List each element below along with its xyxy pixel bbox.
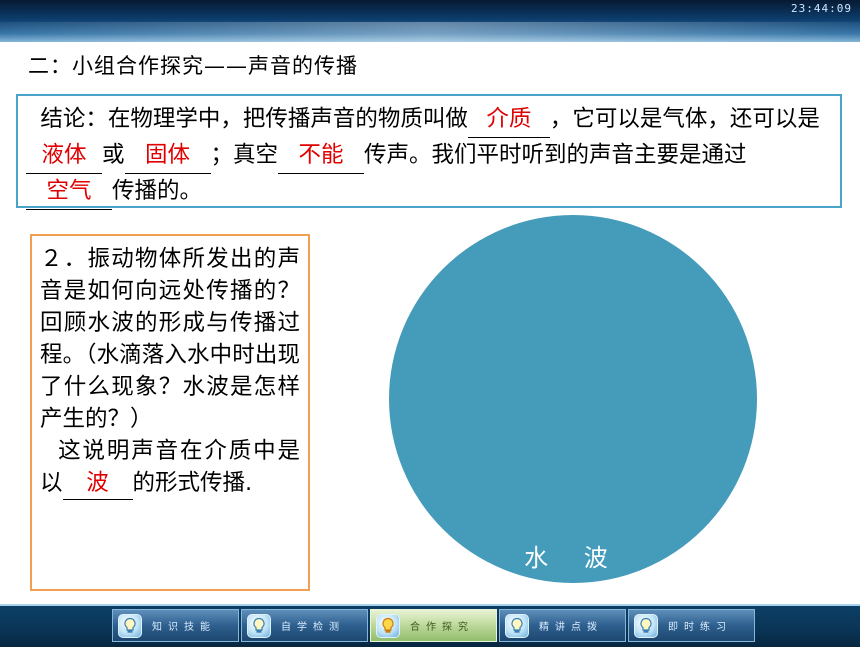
lightbulb-icon	[118, 613, 142, 638]
lightbulb-icon	[376, 613, 400, 638]
lightbulb-icon	[505, 613, 529, 638]
answer-suffix: 的形式传播.	[132, 470, 253, 496]
blank-cannot: 不能	[278, 138, 365, 174]
blank-solid: 固体	[124, 138, 211, 174]
question-box: ２．振动物体所发出的声音是如何向远处传播的？回顾水波的形成与传播过程。（水滴落入…	[30, 234, 310, 591]
water-wave-label: 水 波	[524, 544, 622, 572]
nav-label: 自学检测	[281, 622, 345, 633]
blank-liquid: 液体	[26, 138, 102, 174]
nav-label: 知识技能	[152, 622, 216, 633]
conclusion-text-1: 结论：在物理学中，把传播声音的物质叫做	[40, 106, 468, 132]
nav-label: 合作探究	[410, 622, 474, 633]
nav-instant-practice[interactable]: 即时练习	[628, 609, 755, 642]
nav-label: 即时练习	[668, 622, 732, 633]
question-text: ２．振动物体所发出的声音是如何向远处传播的？回顾水波的形成与传播过程。（水滴落入…	[40, 246, 300, 432]
conclusion-text-5: 传声。我们平时听到的声音主要是通过	[364, 142, 747, 168]
nav-explanation[interactable]: 精讲点拨	[499, 609, 626, 642]
conclusion-text-6: 传播的。	[112, 178, 203, 204]
blank-medium: 介质	[467, 102, 550, 138]
blank-wave: 波	[62, 467, 133, 500]
nav-cooperative-inquiry[interactable]: 合作探究	[370, 609, 497, 642]
conclusion-text-2: ，它可以是气体，还可以是	[549, 106, 820, 132]
conclusion-text-4: ；真空	[210, 142, 279, 168]
nav-self-test[interactable]: 自学检测	[241, 609, 368, 642]
section-title: 二：小组合作探究——声音的传播	[28, 54, 358, 78]
conclusion-box: 结论：在物理学中，把传播声音的物质叫做 介质 ，它可以是气体，还可以是液体或固体 ；真…	[16, 94, 842, 210]
top-bar-glow	[0, 22, 860, 42]
blank-air: 空气	[26, 174, 112, 210]
top-title-bar: 23:44:09	[0, 0, 860, 42]
lightbulb-icon	[634, 613, 658, 638]
bottom-nav-bar: 知识技能 自学检测 合作探究 精讲点拨 即时练习	[0, 604, 860, 647]
clock: 23:44:09	[791, 2, 852, 15]
conclusion-text-3: 或	[102, 142, 125, 168]
nav-label: 精讲点拨	[539, 622, 603, 633]
lightbulb-icon	[247, 613, 271, 638]
water-wave-circle: 水 波	[389, 215, 757, 583]
nav-knowledge-skills[interactable]: 知识技能	[112, 609, 239, 642]
